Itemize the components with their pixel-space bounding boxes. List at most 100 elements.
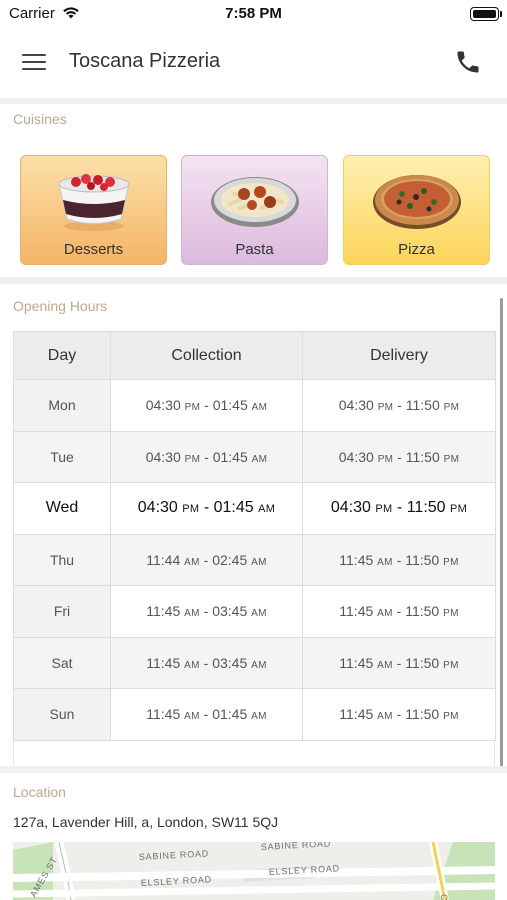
time-value: 04:30 (137, 499, 178, 517)
ampm: PM (443, 556, 459, 568)
ampm: AM (377, 659, 393, 671)
collection-hours-cell: 11:44 AM - 02:45 AM (110, 533, 303, 586)
time-value: 11:45 (339, 654, 374, 671)
time-value: 02:45 (212, 551, 248, 568)
time-value: 04:30 (145, 448, 181, 465)
ampm: AM (251, 608, 267, 620)
opening-hours-heading: Opening Hours (13, 298, 108, 314)
ampm: PM (375, 503, 393, 516)
table-header-row: Day Collection Delivery (13, 331, 496, 380)
divider (0, 98, 507, 104)
column-header-delivery: Delivery (302, 331, 496, 380)
time-value: 03:45 (212, 654, 248, 671)
cuisine-tile-pizza[interactable]: Pizza (343, 155, 490, 265)
time-value: 04:30 (330, 499, 371, 517)
table-footer-space (13, 740, 495, 766)
delivery-hours-cell: 11:45 AM - 11:50 PM (302, 533, 496, 586)
divider (0, 766, 507, 773)
collection-hours-cell: 04:30 PM - 01:45 AM (110, 430, 303, 483)
ampm: PM (443, 608, 459, 620)
table-row: Fri 11:45 AM - 03:45 AM 11:45 AM - 11:50… (13, 585, 496, 638)
ampm: PM (377, 453, 394, 465)
day-cell: Tue (13, 430, 111, 483)
page-title: Toscana Pizzeria (69, 50, 221, 72)
ampm: AM (251, 711, 267, 723)
ampm: AM (251, 659, 267, 671)
ampm: PM (184, 453, 201, 465)
day-cell: Mon (13, 379, 111, 432)
delivery-hours-cell: 04:30 PM - 11:50 PM (302, 379, 496, 432)
ampm: AM (184, 608, 200, 620)
cuisine-label: Desserts (63, 241, 124, 258)
address-text: 127a, Lavender Hill, a, London, SW11 5QJ (13, 814, 279, 830)
table-row: Mon 04:30 PM - 01:45 AM 04:30 PM - 11:50… (13, 379, 496, 432)
ampm: AM (251, 402, 268, 414)
table-row: Sat 11:45 AM - 03:45 AM 11:45 AM - 11:50… (13, 636, 496, 689)
clock: 7:58 PM (225, 5, 282, 22)
time-value: 01:45 (212, 706, 248, 723)
time-value: 01:45 (213, 499, 254, 517)
ampm: AM (258, 503, 276, 516)
ampm: AM (184, 659, 200, 671)
time-value: 04:30 (338, 448, 374, 465)
delivery-hours-cell: 04:30 PM - 11:50 PM (302, 430, 496, 483)
time-value: 11:44 (146, 551, 181, 568)
location-heading: Location (13, 784, 66, 800)
scroll-indicator[interactable] (500, 298, 503, 768)
day-cell: Fri (13, 585, 111, 638)
collection-hours-cell: 04:30 PM - 01:45 AM (110, 379, 303, 432)
day-cell: Sun (13, 688, 111, 741)
time-value: 11:50 (405, 654, 440, 671)
collection-hours-cell: 11:45 AM - 01:45 AM (110, 688, 303, 741)
map-road-label: CE (439, 894, 449, 900)
pizza-image (373, 175, 461, 229)
ampm: AM (377, 556, 393, 568)
time-value: 11:50 (405, 706, 440, 723)
collection-hours-cell: 11:45 AM - 03:45 AM (110, 636, 303, 689)
time-value: 11:50 (405, 603, 440, 620)
desserts-image (58, 174, 130, 231)
battery-icon (470, 7, 499, 21)
phone-icon[interactable] (454, 48, 482, 76)
ampm: PM (443, 402, 460, 414)
battery-tip (500, 11, 502, 17)
ampm: AM (184, 556, 200, 568)
ampm: PM (443, 453, 460, 465)
ampm: PM (184, 402, 201, 414)
delivery-hours-cell: 11:45 AM - 11:50 PM (302, 688, 496, 741)
ampm: AM (251, 556, 267, 568)
time-value: 01:45 (212, 397, 248, 414)
time-value: 04:30 (338, 397, 374, 414)
table-row-today: Wed 04:30 PM - 01:45 AM 04:30 PM - 11:50… (13, 482, 496, 535)
table-row: Sun 11:45 AM - 01:45 AM 11:45 AM - 11:50… (13, 688, 496, 741)
delivery-hours-cell: 04:30 PM - 11:50 PM (302, 482, 496, 535)
cuisine-tile-pasta[interactable]: Pasta (181, 155, 328, 265)
location-map[interactable]: SABINE ROAD SABINE ROAD ELSLEY ROAD ELSL… (13, 842, 495, 900)
table-row: Tue 04:30 PM - 01:45 AM 04:30 PM - 11:50… (13, 430, 496, 483)
column-header-day: Day (13, 331, 111, 380)
app-bar: Toscana Pizzeria (0, 28, 507, 98)
time-value: 01:45 (212, 448, 248, 465)
time-value: 11:45 (146, 706, 181, 723)
ampm: AM (251, 453, 268, 465)
divider (0, 277, 507, 284)
column-header-collection: Collection (110, 331, 303, 380)
time-value: 11:50 (405, 397, 440, 414)
day-cell: Wed (13, 482, 111, 535)
ampm: PM (182, 503, 200, 516)
table-row: Thu 11:44 AM - 02:45 AM 11:45 AM - 11:50… (13, 533, 496, 586)
time-value: 11:45 (146, 603, 181, 620)
time-value: 11:50 (405, 551, 440, 568)
delivery-hours-cell: 11:45 AM - 11:50 PM (302, 585, 496, 638)
ampm: PM (443, 711, 459, 723)
collection-hours-cell: 04:30 PM - 01:45 AM (110, 482, 303, 535)
cuisine-tile-desserts[interactable]: Desserts (20, 155, 167, 265)
time-value: 11:45 (339, 706, 374, 723)
cuisines-heading: Cuisines (13, 111, 67, 127)
day-cell: Thu (13, 533, 111, 586)
ampm: PM (450, 503, 468, 516)
opening-hours-table: Day Collection Delivery Mon 04:30 PM - 0… (13, 331, 496, 741)
time-value: 03:45 (212, 603, 248, 620)
hamburger-menu-icon[interactable] (22, 52, 48, 72)
day-cell: Sat (13, 636, 111, 689)
